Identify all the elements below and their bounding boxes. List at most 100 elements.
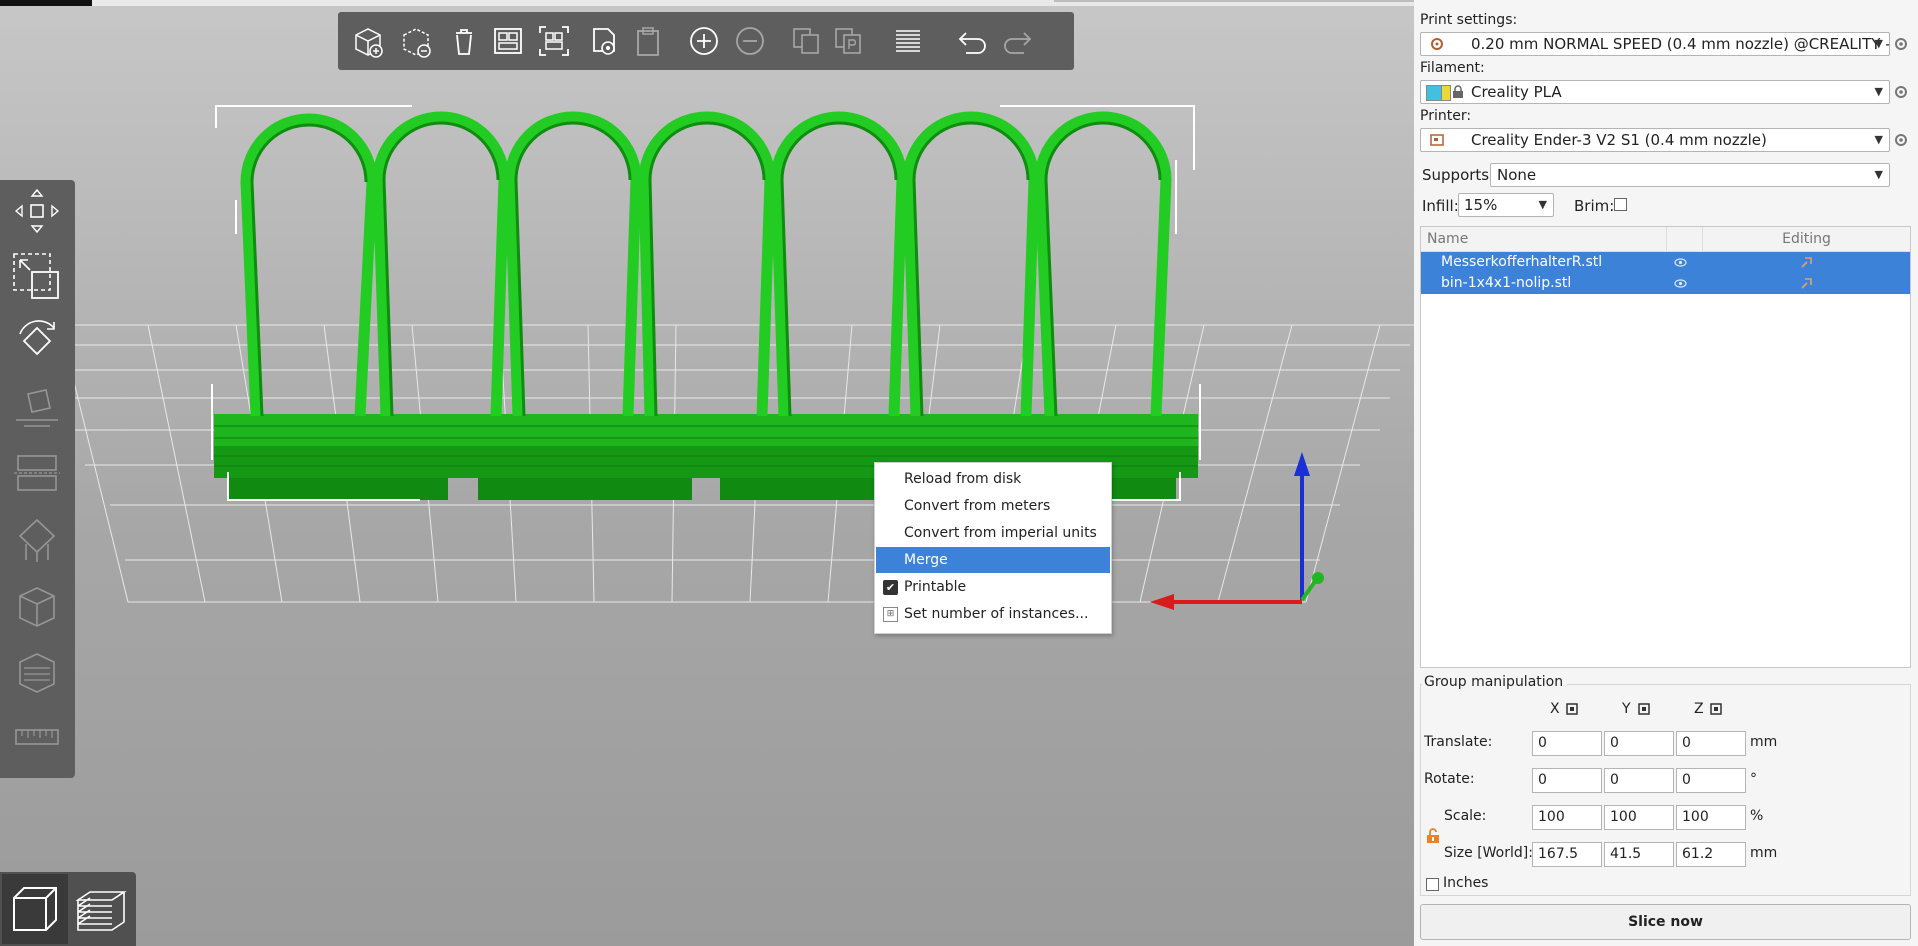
translate-label: Translate: (1424, 734, 1493, 750)
undo-icon[interactable] (952, 21, 992, 61)
print-settings-edit-icon[interactable] (1893, 36, 1909, 52)
print-settings-label: Print settings: (1420, 12, 1518, 28)
object-row[interactable]: MesserkofferhalterR.stl (1421, 252, 1910, 273)
filament-edit-icon[interactable] (1893, 84, 1909, 100)
size-y-input[interactable]: 41.5 (1604, 842, 1674, 867)
menu-item-label: Printable (904, 579, 967, 595)
drop-to-bed-icon[interactable] (1710, 703, 1722, 715)
edit-settings-icon[interactable] (1799, 276, 1813, 290)
axis-y-label: Y (1622, 701, 1631, 717)
rotate-x-input[interactable]: 0 (1532, 768, 1602, 793)
infill-combo[interactable]: 15% ▼ (1458, 193, 1554, 217)
menu-item-label: Convert from imperial units (904, 525, 1097, 541)
delete-icon[interactable] (396, 21, 436, 61)
slice-now-button[interactable]: Slice now (1420, 904, 1911, 940)
menu-item-merge[interactable]: Merge (876, 547, 1110, 573)
layers-editing-icon[interactable] (888, 21, 928, 61)
3d-viewport[interactable]: Reload from disk Convert from meters Con… (0, 0, 1414, 946)
combo-value: Creality PLA (1471, 83, 1562, 101)
translate-y-input[interactable]: 0 (1604, 731, 1674, 756)
menu-item-convert-from-meters[interactable]: Convert from meters (876, 493, 1110, 519)
column-editing[interactable]: Editing (1703, 227, 1910, 251)
combo-value: 15% (1464, 196, 1498, 214)
seam-paint-icon[interactable] (10, 580, 64, 634)
rotate-z-input[interactable]: 0 (1676, 768, 1746, 793)
print-settings-combo[interactable]: 0.20 mm NORMAL SPEED (0.4 mm nozzle) @CR… (1420, 32, 1890, 56)
rotate-y-input[interactable]: 0 (1604, 768, 1674, 793)
scale-y-input[interactable]: 100 (1604, 805, 1674, 830)
cut-icon[interactable] (10, 446, 64, 500)
drop-to-bed-icon[interactable] (1638, 703, 1650, 715)
supports-combo[interactable]: None ▼ (1490, 163, 1890, 187)
menu-item-printable[interactable]: ✔ Printable (876, 574, 1110, 600)
rotate-label: Rotate: (1424, 771, 1475, 787)
place-on-face-icon[interactable] (10, 380, 64, 434)
printer-icon (1430, 134, 1444, 146)
printer-combo[interactable]: Creality Ender-3 V2 S1 (0.4 mm nozzle) ▼ (1420, 128, 1890, 152)
measure-icon[interactable] (10, 710, 64, 764)
edit-settings-icon[interactable] (1799, 255, 1813, 269)
inches-checkbox[interactable] (1426, 878, 1439, 891)
column-extra[interactable] (1667, 227, 1703, 251)
scale-z-input[interactable]: 100 (1676, 805, 1746, 830)
object-row[interactable]: bin-1x4x1-nolip.stl (1421, 273, 1910, 294)
instances-icon: ⊞ (883, 607, 898, 622)
remove-instance-icon[interactable] (730, 21, 770, 61)
scale-icon[interactable] (10, 250, 64, 304)
translate-z-input[interactable]: 0 (1676, 731, 1746, 756)
translate-x-input[interactable]: 0 (1532, 731, 1602, 756)
unlock-icon[interactable] (1426, 828, 1440, 844)
mmu-paint-icon[interactable] (10, 646, 64, 700)
split-objects-icon[interactable] (786, 21, 826, 61)
scene[interactable] (0, 0, 1414, 946)
menu-item-reload-from-disk[interactable]: Reload from disk (876, 466, 1110, 492)
size-unit: mm (1750, 845, 1778, 861)
supports-paint-icon[interactable] (10, 514, 64, 568)
menu-item-convert-from-imperial[interactable]: Convert from imperial units (876, 520, 1110, 546)
size-z-input[interactable]: 61.2 (1676, 842, 1746, 867)
paste-icon[interactable] (628, 21, 668, 61)
chevron-down-icon: ▼ (1538, 198, 1547, 211)
3d-view-icon[interactable] (2, 874, 68, 944)
object-list[interactable]: Name Editing MesserkofferhalterR.stl bin… (1420, 226, 1911, 668)
scale-unit: % (1750, 808, 1764, 824)
brim-checkbox[interactable] (1614, 198, 1627, 211)
preview-icon[interactable] (68, 874, 134, 944)
brim-label: Brim: (1574, 197, 1615, 215)
arrange-selection-icon[interactable] (534, 21, 574, 61)
size-x-input[interactable]: 167.5 (1532, 842, 1602, 867)
delete-all-icon[interactable] (444, 21, 484, 61)
inches-label: Inches (1443, 875, 1489, 891)
column-name[interactable]: Name (1421, 227, 1667, 251)
drop-to-bed-icon[interactable] (1566, 703, 1578, 715)
arrange-icon[interactable] (488, 21, 528, 61)
printer-label: Printer: (1420, 108, 1472, 124)
menu-item-set-instances[interactable]: ⊞ Set number of instances... (876, 601, 1110, 627)
object-list-header: Name Editing (1421, 227, 1910, 252)
split-icon[interactable] (584, 21, 624, 61)
checkmark-icon: ✔ (883, 580, 898, 595)
rotate-icon[interactable] (10, 314, 64, 368)
translate-unit: mm (1750, 734, 1778, 750)
move-icon[interactable] (10, 184, 64, 238)
eye-icon[interactable] (1674, 277, 1687, 290)
lock-icon (1453, 85, 1463, 98)
filament-label: Filament: (1420, 60, 1485, 76)
menu-item-label: Merge (904, 552, 948, 568)
size-label: Size [World]: (1444, 845, 1533, 861)
model-loops[interactable] (240, 111, 1172, 417)
add-instance-icon[interactable] (684, 21, 724, 61)
rotate-unit: ° (1750, 771, 1757, 787)
split-parts-icon[interactable] (828, 21, 868, 61)
printer-edit-icon[interactable] (1893, 132, 1909, 148)
menu-item-label: Convert from meters (904, 498, 1051, 514)
filament-combo[interactable]: Creality PLA ▼ (1420, 80, 1890, 104)
add-icon[interactable] (348, 21, 388, 61)
eye-icon[interactable] (1674, 256, 1687, 269)
context-menu: Reload from disk Convert from meters Con… (874, 462, 1112, 634)
chevron-down-icon: ▼ (1874, 168, 1883, 181)
redo-icon[interactable] (998, 21, 1038, 61)
chevron-down-icon: ▼ (1874, 133, 1883, 146)
axis-z-label: Z (1694, 701, 1704, 717)
scale-x-input[interactable]: 100 (1532, 805, 1602, 830)
